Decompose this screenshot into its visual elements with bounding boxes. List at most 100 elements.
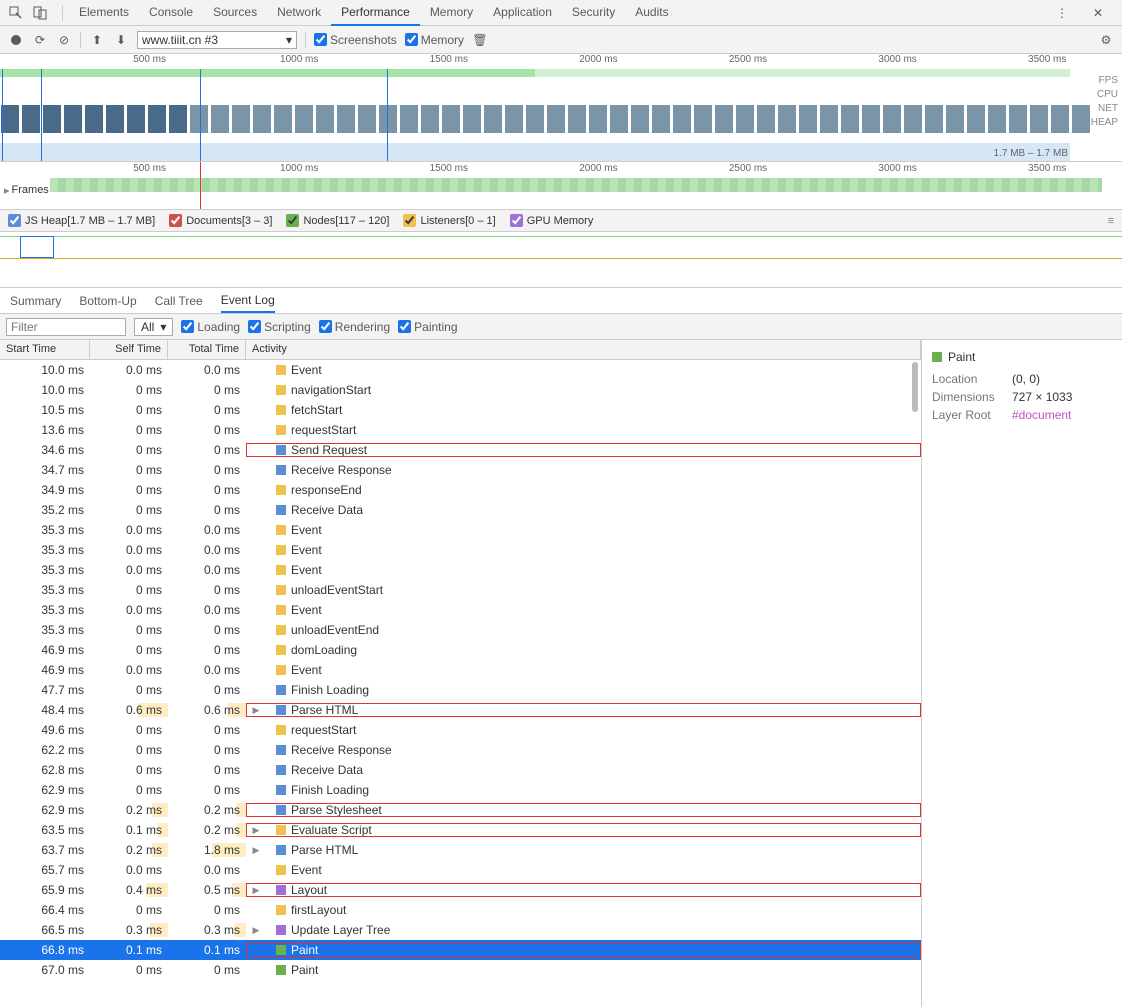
filter-input[interactable] <box>6 318 126 336</box>
screenshot-thumb[interactable] <box>651 104 671 134</box>
table-row[interactable]: 65.7 ms0.0 ms0.0 msEvent <box>0 860 921 880</box>
table-row[interactable]: 34.6 ms0 ms0 msSend Request <box>0 440 921 460</box>
screenshot-thumb[interactable] <box>546 104 566 134</box>
table-row[interactable]: 13.6 ms0 ms0 msrequestStart <box>0 420 921 440</box>
memory-checkbox[interactable]: Memory <box>405 33 464 47</box>
table-row[interactable]: 49.6 ms0 ms0 msrequestStart <box>0 720 921 740</box>
expand-triangle-icon[interactable]: ▶ <box>252 885 260 896</box>
screenshot-thumb[interactable] <box>966 104 986 134</box>
screenshot-thumb[interactable] <box>714 104 734 134</box>
screenshot-thumb[interactable] <box>924 104 944 134</box>
expand-triangle-icon[interactable]: ▶ <box>252 825 260 836</box>
screenshot-thumb[interactable] <box>861 104 881 134</box>
subtab-event-log[interactable]: Event Log <box>221 289 275 313</box>
table-row[interactable]: 46.9 ms0.0 ms0.0 msEvent <box>0 660 921 680</box>
recording-select[interactable]: www.tiiit.cn #3 ▾ <box>137 31 297 49</box>
loading-checkbox[interactable]: Loading <box>181 320 240 334</box>
frames-bar[interactable] <box>50 178 1102 192</box>
screenshot-thumb[interactable] <box>504 104 524 134</box>
scripting-checkbox[interactable]: Scripting <box>248 320 311 334</box>
screenshot-thumb[interactable] <box>609 104 629 134</box>
subtab-call-tree[interactable]: Call Tree <box>155 290 203 312</box>
table-row[interactable]: 66.5 ms0.3 ms0.3 ms▶Update Layer Tree <box>0 920 921 940</box>
reload-icon[interactable]: ⟳ <box>32 32 48 48</box>
rendering-checkbox[interactable]: Rendering <box>319 320 390 334</box>
overview-selection[interactable] <box>2 69 42 161</box>
screenshot-thumb[interactable] <box>168 104 188 134</box>
table-row[interactable]: 66.8 ms0.1 ms0.1 msPaint <box>0 940 921 960</box>
table-row[interactable]: 35.2 ms0 ms0 msReceive Data <box>0 500 921 520</box>
screenshot-thumb[interactable] <box>819 104 839 134</box>
screenshot-thumb[interactable] <box>399 104 419 134</box>
record-icon[interactable] <box>8 32 24 48</box>
screenshot-thumb[interactable] <box>42 104 62 134</box>
screenshot-thumb[interactable] <box>987 104 1007 134</box>
col-self-time[interactable]: Self Time <box>90 340 168 359</box>
trash-icon[interactable]: 🗑 <box>472 32 488 48</box>
table-row[interactable]: 35.3 ms0.0 ms0.0 msEvent <box>0 560 921 580</box>
col-total-time[interactable]: Total Time <box>168 340 246 359</box>
tab-elements[interactable]: Elements <box>69 0 139 26</box>
mem-legend-item[interactable]: JS Heap[1.7 MB – 1.7 MB] <box>8 214 155 227</box>
clear-icon[interactable]: ⊘ <box>56 32 72 48</box>
screenshot-thumb[interactable] <box>1050 104 1070 134</box>
screenshot-thumb[interactable] <box>84 104 104 134</box>
subtab-summary[interactable]: Summary <box>10 290 61 312</box>
overview-selection-2[interactable] <box>200 69 388 161</box>
screenshot-thumb[interactable] <box>798 104 818 134</box>
gear-icon[interactable]: ⚙ <box>1098 32 1114 48</box>
table-row[interactable]: 63.7 ms0.2 ms1.8 ms▶Parse HTML <box>0 840 921 860</box>
memory-selection-box[interactable] <box>20 236 54 258</box>
subtab-bottom-up[interactable]: Bottom-Up <box>79 290 136 312</box>
table-row[interactable]: 34.9 ms0 ms0 msresponseEnd <box>0 480 921 500</box>
close-icon[interactable]: ✕ <box>1090 5 1106 21</box>
table-row[interactable]: 62.8 ms0 ms0 msReceive Data <box>0 760 921 780</box>
table-row[interactable]: 35.3 ms0.0 ms0.0 msEvent <box>0 600 921 620</box>
frames-row-label[interactable]: ▸ Frames <box>4 180 49 200</box>
mem-legend-item[interactable]: Documents[3 – 3] <box>169 214 272 227</box>
mem-legend-item[interactable]: Listeners[0 – 1] <box>403 214 495 227</box>
table-row[interactable]: 35.3 ms0 ms0 msunloadEventEnd <box>0 620 921 640</box>
table-row[interactable]: 35.3 ms0.0 ms0.0 msEvent <box>0 520 921 540</box>
tab-security[interactable]: Security <box>562 0 625 26</box>
expand-triangle-icon[interactable]: ▶ <box>252 845 260 856</box>
expand-triangle-icon[interactable]: ▶ <box>252 925 260 936</box>
screenshot-thumb[interactable] <box>483 104 503 134</box>
screenshot-thumb[interactable] <box>567 104 587 134</box>
screenshot-thumb[interactable] <box>840 104 860 134</box>
screenshot-thumb[interactable] <box>882 104 902 134</box>
inspect-icon[interactable] <box>8 5 24 21</box>
mem-legend-item[interactable]: Nodes[117 – 120] <box>286 214 389 227</box>
device-toggle-icon[interactable] <box>32 5 48 21</box>
expand-icon[interactable]: ▸ <box>4 184 10 197</box>
screenshot-thumb[interactable] <box>525 104 545 134</box>
screenshot-thumb[interactable] <box>1071 104 1091 134</box>
expand-triangle-icon[interactable]: ▶ <box>252 705 260 716</box>
screenshot-thumb[interactable] <box>777 104 797 134</box>
flame-chart[interactable]: 500 ms1000 ms1500 ms2000 ms2500 ms3000 m… <box>0 162 1122 210</box>
screenshot-thumb[interactable] <box>462 104 482 134</box>
screenshots-checkbox[interactable]: Screenshots <box>314 33 397 47</box>
memory-chart[interactable] <box>0 232 1122 288</box>
table-row[interactable]: 46.9 ms0 ms0 msdomLoading <box>0 640 921 660</box>
screenshot-thumb[interactable] <box>588 104 608 134</box>
screenshot-thumb[interactable] <box>1008 104 1028 134</box>
more-icon[interactable]: ⋮ <box>1054 5 1070 21</box>
table-row[interactable]: 62.2 ms0 ms0 msReceive Response <box>0 740 921 760</box>
tab-performance[interactable]: Performance <box>331 0 420 26</box>
screenshot-thumb[interactable] <box>420 104 440 134</box>
screenshot-thumb[interactable] <box>945 104 965 134</box>
tab-console[interactable]: Console <box>139 0 203 26</box>
overview-timeline[interactable]: 500 ms1000 ms1500 ms2000 ms2500 ms3000 m… <box>0 54 1122 162</box>
table-row[interactable]: 10.0 ms0.0 ms0.0 msEvent <box>0 360 921 380</box>
duration-filter[interactable]: All▾ <box>134 318 173 336</box>
tab-network[interactable]: Network <box>267 0 331 26</box>
col-start-time[interactable]: Start Time <box>0 340 90 359</box>
screenshot-thumb[interactable] <box>105 104 125 134</box>
table-row[interactable]: 62.9 ms0 ms0 msFinish Loading <box>0 780 921 800</box>
screenshot-thumb[interactable] <box>1029 104 1049 134</box>
painting-checkbox[interactable]: Painting <box>398 320 457 334</box>
download-icon[interactable]: ⬇ <box>113 32 129 48</box>
screenshot-thumb[interactable] <box>903 104 923 134</box>
screenshot-thumb[interactable] <box>735 104 755 134</box>
